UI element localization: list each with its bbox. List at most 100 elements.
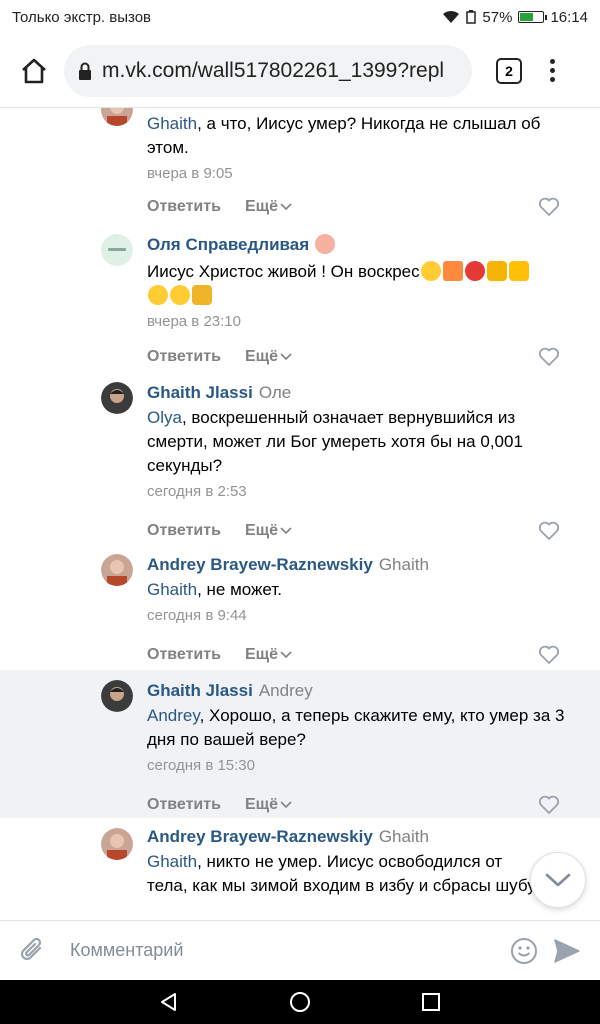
like-heart-icon[interactable] <box>538 347 560 367</box>
back-triangle-icon[interactable] <box>159 992 179 1012</box>
more-button[interactable]: Ещё <box>245 198 292 216</box>
browser-menu-button[interactable] <box>550 59 555 82</box>
comment-item: Ghaith Jlassi Оле Olya, воскрешенный озна… <box>0 380 600 552</box>
comment-item: Ghaith, а что, Иисус умер? Никогда не сл… <box>0 108 600 232</box>
comment-item: Оля Справедливая Иисус Христос живой ! О… <box>0 232 600 380</box>
amazed-emoji-icon <box>170 285 190 305</box>
reply-button[interactable]: Ответить <box>147 348 221 366</box>
battery-fill <box>520 13 533 21</box>
like-heart-icon[interactable] <box>538 645 560 665</box>
comment-item-highlighted: Ghaith Jlassi Andrey Andrey, Хорошо, а те… <box>0 670 600 818</box>
more-button[interactable]: Ещё <box>245 796 292 814</box>
mention-link[interactable]: Ghaith <box>147 580 197 599</box>
mouse-emoji-icon <box>314 234 335 254</box>
url-text: m.vk.com/wall517802261_1399?repl <box>102 58 445 82</box>
comment-time[interactable]: вчера в 9:05 <box>147 164 580 184</box>
emoji-smile-icon[interactable] <box>510 937 538 965</box>
comment-item: Andrey Brayew-Raznewskiy Ghaith Ghaith, н… <box>0 818 600 920</box>
author-name[interactable]: Ghaith Jlassi <box>147 383 253 402</box>
reply-to-name[interactable]: Ghaith <box>379 555 429 574</box>
grin-emoji-icon <box>420 261 441 281</box>
home-circle-icon[interactable] <box>289 991 311 1013</box>
attach-paperclip-icon[interactable] <box>18 936 48 966</box>
avatar[interactable] <box>101 554 133 586</box>
chevron-down-icon <box>280 527 292 535</box>
comment-actions: Ответить Ещё <box>147 645 580 665</box>
more-button[interactable]: Ещё <box>245 348 292 366</box>
author-name[interactable]: Ghaith Jlassi <box>147 681 253 700</box>
chevron-down-icon <box>280 801 292 809</box>
reply-button[interactable]: Ответить <box>147 198 221 216</box>
reply-button[interactable]: Ответить <box>147 646 221 664</box>
star-emoji-icon <box>486 261 507 281</box>
reply-to-name[interactable]: Ghaith <box>379 827 429 846</box>
comment-input[interactable]: Комментарий <box>70 940 496 961</box>
comment-actions: Ответить Ещё <box>147 521 580 541</box>
browser-toolbar: m.vk.com/wall517802261_1399?repl 2 <box>0 34 600 108</box>
address-bar[interactable]: m.vk.com/wall517802261_1399?repl <box>64 44 472 97</box>
avatar[interactable] <box>101 382 133 414</box>
comment-actions: Ответить Ещё <box>147 197 580 217</box>
carrier-text: Только экстр. вызов <box>12 8 152 26</box>
wifi-icon <box>443 10 460 23</box>
chevron-down-icon <box>280 651 292 659</box>
reply-button[interactable]: Ответить <box>147 796 221 814</box>
comment-text: Ghaith, никто не умер. Иисус освободился… <box>147 852 539 895</box>
comment-text: Andrey, Хорошо, а теперь скажите ему, кт… <box>147 706 565 749</box>
comment-body: Ghaith Jlassi Andrey Andrey, Хорошо, а те… <box>147 680 580 776</box>
chevron-down-icon <box>280 353 292 361</box>
avatar[interactable] <box>101 828 133 860</box>
author-name[interactable]: Оля Справедливая <box>147 235 309 254</box>
recents-square-icon[interactable] <box>421 992 441 1012</box>
battery-percent: 57% <box>482 8 513 26</box>
comment-body: Оля Справедливая Иисус Христос живой ! О… <box>147 234 580 332</box>
author-line: Оля Справедливая <box>147 234 580 256</box>
author-name[interactable]: Andrey Brayew-Raznewskiy <box>147 555 373 574</box>
battery-saver-icon <box>466 10 477 24</box>
comment-time[interactable]: сегодня в 15:30 <box>147 756 580 776</box>
party-emoji-icon <box>442 261 463 281</box>
tabs-button[interactable]: 2 <box>496 57 522 84</box>
status-bar: Только экстр. вызов 57% 16:14 <box>0 0 600 34</box>
author-line: Andrey Brayew-Raznewskiy Ghaith <box>147 826 540 848</box>
comment-time[interactable]: сегодня в 2:53 <box>147 482 580 502</box>
avatar[interactable] <box>101 680 133 712</box>
author-line: Andrey Brayew-Raznewskiy Ghaith <box>147 554 580 576</box>
author-line: Ghaith Jlassi Andrey <box>147 680 580 702</box>
chevron-down-icon <box>545 873 571 887</box>
battery-icon <box>518 11 548 23</box>
more-button[interactable]: Ещё <box>245 522 292 540</box>
chevron-down-icon <box>280 203 292 211</box>
comment-time[interactable]: вчера в 23:10 <box>147 312 580 332</box>
comments-list: Ghaith, а что, Иисус умер? Никогда не сл… <box>0 108 600 920</box>
more-button[interactable]: Ещё <box>245 646 292 664</box>
mention-link[interactable]: Andrey <box>147 706 200 725</box>
comment-text: Ghaith, а что, Иисус умер? Никогда не сл… <box>147 114 541 157</box>
like-heart-icon[interactable] <box>538 197 560 217</box>
status-icons: 57% 16:14 <box>442 9 588 26</box>
mention-link[interactable]: Ghaith <box>147 114 197 133</box>
reply-to-name[interactable]: Andrey <box>259 681 313 700</box>
home-button[interactable] <box>12 49 56 93</box>
comment-body: Ghaith, а что, Иисус умер? Никогда не сл… <box>147 112 580 184</box>
reply-to-name[interactable]: Оле <box>259 383 291 402</box>
comment-composer: Комментарий <box>0 920 600 980</box>
comment-body: Ghaith Jlassi Оле Olya, воскрешенный озна… <box>147 382 580 502</box>
send-icon[interactable] <box>552 937 582 965</box>
mention-link[interactable]: Olya <box>147 408 182 427</box>
comment-body: Andrey Brayew-Raznewskiy Ghaith Ghaith, н… <box>147 554 580 626</box>
comment-text: Ghaith, не может. <box>147 580 282 599</box>
avatar[interactable] <box>101 108 133 126</box>
scroll-down-button[interactable] <box>530 852 586 908</box>
avatar[interactable] <box>101 234 133 266</box>
mention-link[interactable]: Ghaith <box>147 852 197 871</box>
comment-actions: Ответить Ещё <box>147 347 580 367</box>
system-nav-bar <box>0 980 600 1024</box>
author-name[interactable]: Andrey Brayew-Raznewskiy <box>147 827 373 846</box>
comment-time[interactable]: сегодня в 9:44 <box>147 606 580 626</box>
comment-item: Andrey Brayew-Raznewskiy Ghaith Ghaith, н… <box>0 552 600 670</box>
like-heart-icon[interactable] <box>538 521 560 541</box>
comment-actions: Ответить Ещё <box>147 795 580 815</box>
reply-button[interactable]: Ответить <box>147 522 221 540</box>
like-heart-icon[interactable] <box>538 795 560 815</box>
